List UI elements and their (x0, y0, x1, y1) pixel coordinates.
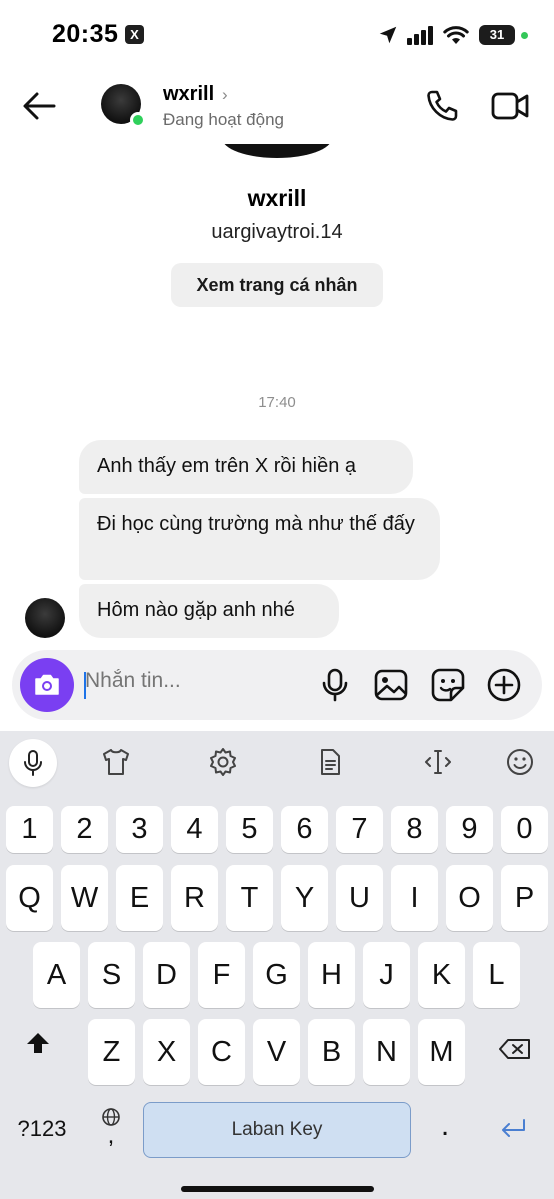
profile-username: uargivaytroi.14 (211, 221, 343, 243)
keyboard: 1 2 3 4 5 6 7 8 9 0 Q W E R T Y U I O P … (0, 731, 554, 1199)
comma-label: , (107, 1122, 115, 1149)
theme-shirt-icon[interactable] (100, 746, 132, 778)
key-z[interactable]: Z (88, 1019, 135, 1085)
microphone-icon[interactable] (317, 667, 353, 703)
key-i[interactable]: I (391, 865, 438, 931)
key-j[interactable]: J (363, 942, 410, 1008)
status-icons: 31 (377, 22, 528, 48)
message-input[interactable] (85, 669, 305, 693)
key-y[interactable]: Y (281, 865, 328, 931)
key-b[interactable]: B (308, 1019, 355, 1085)
cursor-move-icon[interactable] (422, 746, 454, 778)
key-0[interactable]: 0 (501, 806, 548, 853)
chevron-right-icon: › (222, 85, 228, 104)
key-c[interactable]: C (198, 1019, 245, 1085)
key-l[interactable]: L (473, 942, 520, 1008)
home-indicator[interactable] (181, 1186, 374, 1192)
view-profile-button[interactable]: Xem trang cá nhân (171, 263, 383, 307)
enter-key[interactable] (496, 1117, 530, 1145)
chat-screen: 20:35 X 31 wxrill › Đang hoạt động wxril… (0, 0, 554, 1199)
sender-avatar[interactable] (25, 598, 65, 638)
add-circle-icon[interactable] (486, 667, 522, 703)
message-time-separator: 17:40 (258, 394, 296, 411)
period-key[interactable]: . (430, 1109, 460, 1149)
return-arrow-icon (502, 1119, 525, 1137)
key-k[interactable]: K (418, 942, 465, 1008)
key-r[interactable]: R (171, 865, 218, 931)
key-n[interactable]: N (363, 1019, 410, 1085)
backspace-key[interactable] (497, 1037, 533, 1065)
microphone-icon (24, 750, 42, 776)
wifi-icon (443, 26, 469, 44)
contact-name[interactable]: wxrill (163, 83, 214, 106)
key-8[interactable]: 8 (391, 806, 438, 853)
privacy-indicator-dot (521, 31, 528, 39)
key-g[interactable]: G (253, 942, 300, 1008)
key-3[interactable]: 3 (116, 806, 163, 853)
key-x[interactable]: X (143, 1019, 190, 1085)
emoji-icon[interactable] (504, 746, 536, 778)
key-o[interactable]: O (446, 865, 493, 931)
voice-input-button[interactable] (9, 739, 57, 787)
status-time: 20:35 (52, 20, 119, 48)
settings-gear-icon[interactable] (207, 746, 239, 778)
key-9[interactable]: 9 (446, 806, 493, 853)
key-6[interactable]: 6 (281, 806, 328, 853)
backspace-icon (499, 1039, 530, 1059)
key-e[interactable]: E (116, 865, 163, 931)
message-bubble[interactable]: Hôm nào gặp anh nhé (79, 584, 339, 638)
chat-header: wxrill › Đang hoạt động (0, 70, 554, 144)
key-a[interactable]: A (33, 942, 80, 1008)
key-2[interactable]: 2 (61, 806, 108, 853)
message-bubble[interactable]: Anh thấy em trên X rồi hiền ạ (79, 440, 413, 494)
sticker-icon[interactable] (430, 667, 466, 703)
keyboard-toolbar (0, 731, 554, 793)
x-app-icon: X (125, 25, 144, 44)
gallery-icon[interactable] (373, 667, 409, 703)
back-arrow-icon[interactable] (20, 88, 60, 124)
key-f[interactable]: F (198, 942, 245, 1008)
key-7[interactable]: 7 (336, 806, 383, 853)
language-key[interactable]: , (96, 1107, 126, 1157)
key-5[interactable]: 5 (226, 806, 273, 853)
key-m[interactable]: M (418, 1019, 465, 1085)
key-s[interactable]: S (88, 942, 135, 1008)
key-q[interactable]: Q (6, 865, 53, 931)
activity-status: Đang hoạt động (163, 110, 284, 129)
online-status-dot (130, 112, 146, 128)
clipboard-icon[interactable] (314, 746, 346, 778)
location-arrow-icon (379, 26, 397, 44)
message-composer (12, 650, 542, 720)
camera-icon (35, 674, 59, 695)
camera-button[interactable] (20, 658, 74, 712)
key-v[interactable]: V (253, 1019, 300, 1085)
key-w[interactable]: W (61, 865, 108, 931)
phone-call-icon[interactable] (424, 88, 460, 124)
symbols-mode-key[interactable]: ?123 (12, 1116, 72, 1146)
key-t[interactable]: T (226, 865, 273, 931)
header-avatar[interactable] (101, 84, 146, 128)
battery-indicator: 31 (479, 25, 515, 45)
cellular-signal-icon (407, 26, 433, 45)
shift-arrow-icon (27, 1033, 49, 1053)
message-bubble[interactable]: Đi học cùng trường mà như thế đấy (79, 498, 440, 580)
key-u[interactable]: U (336, 865, 383, 931)
key-d[interactable]: D (143, 942, 190, 1008)
shift-key[interactable] (18, 1031, 58, 1071)
status-bar: 20:35 X 31 (0, 0, 554, 70)
key-h[interactable]: H (308, 942, 355, 1008)
video-call-icon[interactable] (490, 89, 530, 123)
profile-name: wxrill (247, 185, 307, 211)
key-4[interactable]: 4 (171, 806, 218, 853)
space-bar[interactable]: Laban Key (143, 1102, 411, 1158)
key-1[interactable]: 1 (6, 806, 53, 853)
key-p[interactable]: P (501, 865, 548, 931)
